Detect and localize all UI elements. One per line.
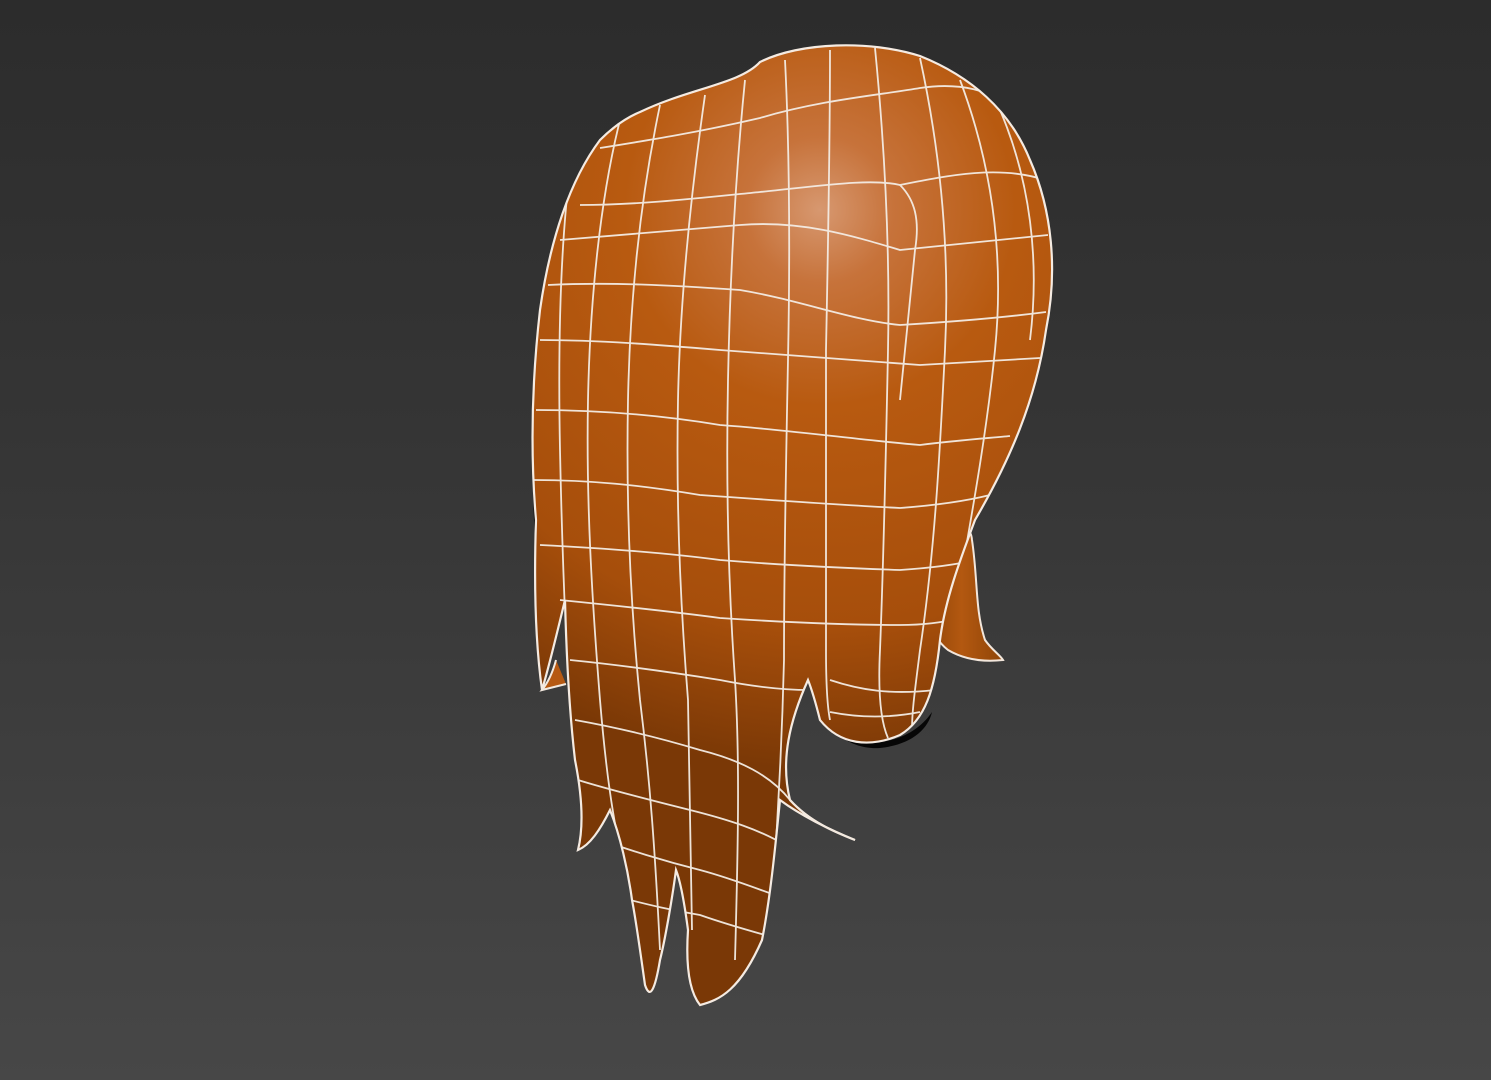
strand-right-tip — [789, 799, 856, 841]
3d-viewport[interactable] — [0, 0, 1491, 1080]
hair-model — [531, 44, 1054, 1007]
